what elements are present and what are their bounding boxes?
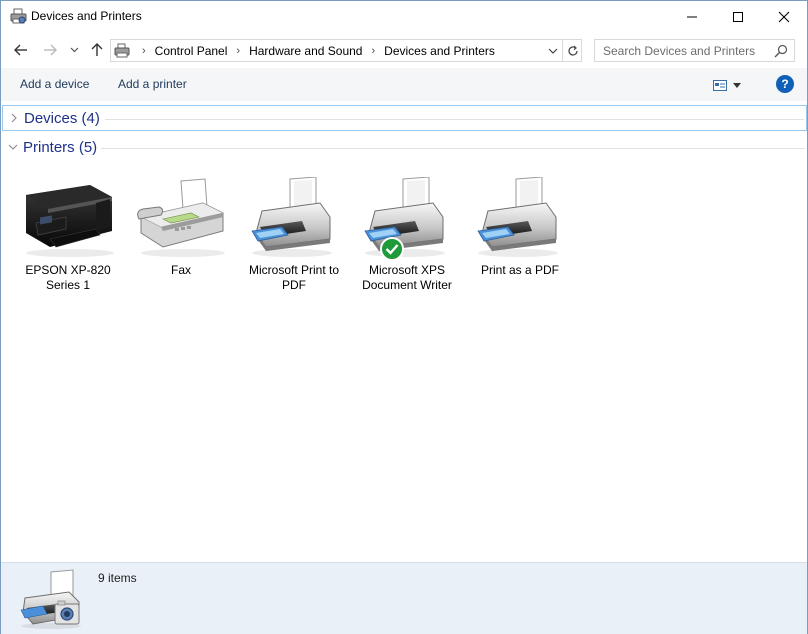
breadcrumb-separator-icon[interactable]: ›	[142, 45, 146, 57]
help-button[interactable]: ?	[776, 75, 794, 93]
printers-group-title: Printers (5)	[23, 139, 98, 156]
breadcrumb-devices-and-printers[interactable]: Devices and Printers	[384, 44, 495, 58]
breadcrumb-separator-icon[interactable]: ›	[236, 45, 240, 57]
add-device-button[interactable]: Add a device	[20, 77, 89, 91]
arrow-left-icon	[14, 44, 27, 56]
address-bar[interactable]: › Control Panel › Hardware and Sound › D…	[110, 39, 582, 62]
chevron-down-icon	[548, 48, 558, 54]
close-icon	[778, 11, 790, 22]
printer-icon	[472, 177, 568, 261]
address-history-button[interactable]	[544, 40, 562, 61]
printer-item-fax[interactable]: Fax	[122, 177, 232, 297]
devices-printers-app-icon	[10, 8, 27, 24]
devices-group-title: Devices (4)	[24, 110, 100, 127]
chevron-down-icon	[8, 144, 18, 150]
printer-label: Print as a PDF	[480, 263, 560, 277]
breadcrumb-control-panel[interactable]: Control Panel	[155, 44, 228, 58]
chevron-down-icon	[70, 47, 78, 53]
view-options-icon	[713, 79, 727, 91]
maximize-icon	[733, 11, 743, 22]
search-input[interactable]	[595, 40, 770, 61]
printer-label: Fax	[170, 263, 191, 277]
item-count: 9 items	[98, 571, 137, 585]
arrow-right-icon	[44, 44, 57, 56]
printer-item-microsoft-print-to-pdf[interactable]: Microsoft Print to PDF	[235, 177, 345, 297]
forward-button[interactable]	[40, 40, 60, 60]
navigation-bar: › Control Panel › Hardware and Sound › D…	[1, 32, 807, 68]
printer-item-microsoft-xps-document-writer[interactable]: Microsoft XPS Document Writer	[348, 177, 458, 297]
group-divider	[101, 148, 805, 149]
printer-label: Microsoft XPS Document Writer	[362, 263, 452, 292]
devices-group-header[interactable]: Devices (4)	[2, 105, 807, 131]
minimize-icon	[687, 16, 697, 17]
window-title: Devices and Printers	[31, 9, 142, 23]
breadcrumb: › Control Panel › Hardware and Sound › D…	[133, 44, 495, 58]
command-bar: Add a device Add a printer ?	[1, 68, 807, 101]
devices-printers-location-icon	[114, 43, 130, 58]
up-button[interactable]	[87, 40, 107, 60]
printer-label: EPSON XP-820 Series 1	[25, 263, 111, 292]
maximize-button[interactable]	[715, 1, 761, 32]
close-button[interactable]	[761, 1, 807, 32]
group-divider	[105, 119, 804, 120]
printer-item-print-as-a-pdf[interactable]: Print as a PDF	[461, 177, 571, 297]
printer-item-epson-xp-820[interactable]: EPSON XP-820 Series 1	[9, 177, 119, 297]
default-printer-check-icon	[380, 237, 404, 261]
chevron-right-icon	[11, 113, 17, 123]
printer-label: Microsoft Print to PDF	[248, 263, 340, 292]
back-button[interactable]	[11, 40, 31, 60]
devices-and-printers-window: Devices and Printers › Control Panel › H…	[0, 0, 808, 634]
printer-icon	[359, 177, 455, 261]
printers-list: EPSON XP-820 Series 1 Fax Microsoft Prin…	[1, 177, 807, 307]
caret-down-icon	[733, 82, 741, 88]
refresh-icon	[567, 45, 578, 56]
fax-machine-icon	[137, 178, 225, 257]
arrow-up-icon	[91, 43, 103, 56]
printers-group-header[interactable]: Printers (5)	[2, 135, 807, 161]
epson-printer-icon	[26, 185, 114, 257]
search-icon[interactable]	[773, 43, 789, 59]
refresh-button[interactable]	[562, 40, 582, 61]
title-bar: Devices and Printers	[1, 1, 807, 32]
minimize-button[interactable]	[669, 1, 715, 32]
add-printer-button[interactable]: Add a printer	[118, 77, 187, 91]
search-box	[594, 39, 795, 62]
recent-locations-button[interactable]	[64, 40, 84, 60]
breadcrumb-separator-icon[interactable]: ›	[371, 45, 375, 57]
devices-printers-large-icon	[20, 569, 81, 629]
breadcrumb-hardware-and-sound[interactable]: Hardware and Sound	[249, 44, 362, 58]
printer-icon	[246, 177, 342, 261]
change-view-button[interactable]	[713, 77, 747, 93]
details-pane: 9 items	[1, 562, 807, 634]
